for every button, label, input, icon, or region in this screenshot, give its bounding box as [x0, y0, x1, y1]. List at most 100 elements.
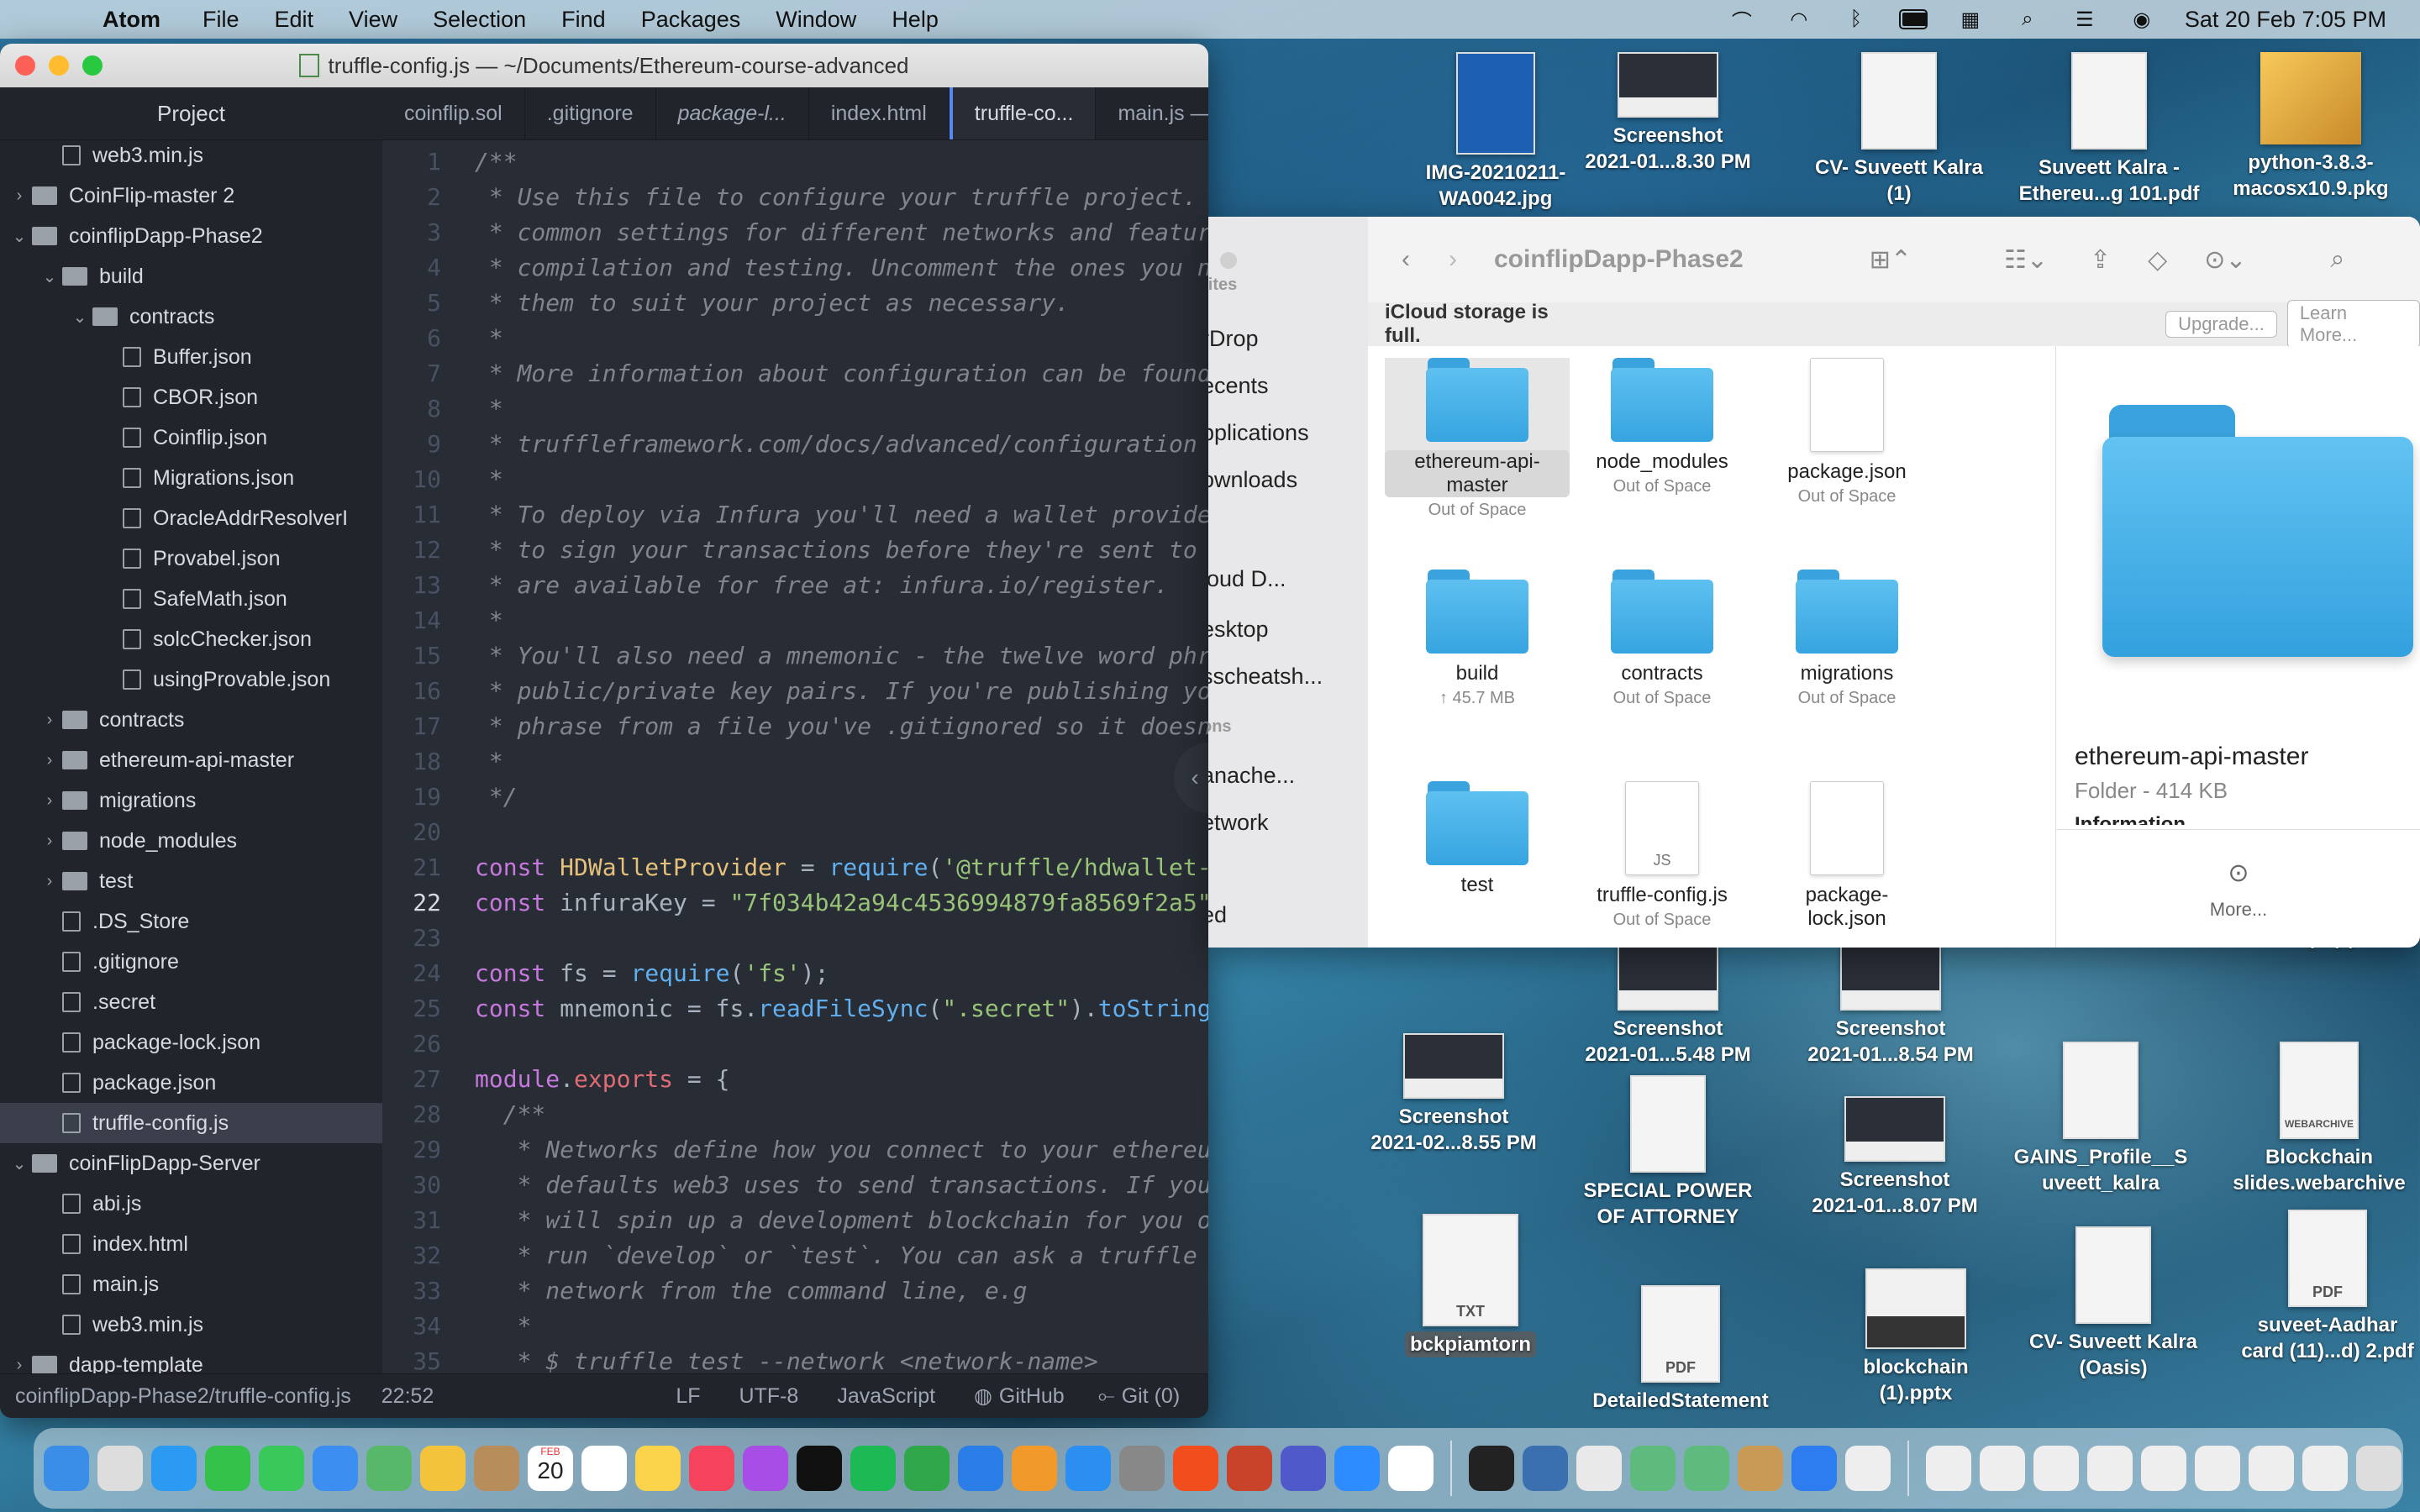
chevron-down-icon[interactable]: ⌄ [40, 266, 59, 287]
view-icons-icon[interactable]: ⊞⌃ [1870, 245, 1912, 275]
tree-item[interactable]: › ethereum-api-master [0, 740, 382, 780]
tree-item[interactable]: › node_modules [0, 821, 382, 861]
desktop-icon[interactable]: IMG-20210211- WA0042.jpg [1399, 52, 1592, 212]
status-encoding[interactable]: UTF-8 [739, 1384, 799, 1409]
back-icon[interactable]: ‹ [1402, 245, 1410, 274]
tree-item[interactable]: ⌄ coinflipDapp-Phase2 [0, 216, 382, 256]
stack-2-icon[interactable] [1980, 1446, 2025, 1491]
desktop-icon[interactable]: SPECIAL POWER OF ATTORNEY [1571, 1075, 1765, 1230]
forward-icon[interactable]: › [1449, 245, 1457, 274]
chevron-right-icon[interactable]: › [10, 186, 29, 206]
sidebar-item[interactable]: etwork [1208, 810, 1269, 836]
sidebar-item[interactable]: sscheatsh... [1208, 664, 1323, 690]
status-git[interactable]: Git (0) [1122, 1384, 1180, 1409]
sidebar-item[interactable]: esktop [1208, 617, 1269, 643]
system-preferences-icon[interactable] [1119, 1446, 1165, 1491]
tree-item[interactable]: solcChecker.json [0, 619, 382, 659]
tree-item[interactable]: ⌄ build [0, 256, 382, 297]
status-github[interactable]: GitHub [999, 1384, 1065, 1409]
desktop-icon[interactable]: Screenshot 2021-01...8.07 PM [1798, 1096, 1991, 1219]
tree-item[interactable]: ⌄ contracts [0, 297, 382, 337]
finder-item[interactable]: ethereum-api- master Out of Space [1385, 358, 1570, 520]
sidebar-item[interactable]: ecents [1208, 373, 1269, 399]
chrome-icon[interactable] [1576, 1446, 1622, 1491]
tree-item[interactable]: OracleAddrResolverI [0, 498, 382, 538]
stack-3-icon[interactable] [2033, 1446, 2079, 1491]
appstore-icon[interactable] [1065, 1446, 1111, 1491]
powerpoint-icon[interactable] [1227, 1446, 1272, 1491]
tree-item[interactable]: package-lock.json [0, 1022, 382, 1063]
tree-item[interactable]: CBOR.json [0, 377, 382, 417]
menu-edit[interactable]: Edit [275, 7, 314, 33]
menu-file[interactable]: File [203, 7, 239, 33]
tree-item[interactable]: ⌄ coinFlipDapp-Server [0, 1143, 382, 1184]
music-icon[interactable] [689, 1446, 734, 1491]
status-line-ending[interactable]: LF [676, 1384, 700, 1409]
tree-item[interactable]: .secret [0, 982, 382, 1022]
chevron-right-icon[interactable]: › [40, 751, 59, 770]
tree-item[interactable]: Buffer.json [0, 337, 382, 377]
chevron-right-icon[interactable]: › [40, 872, 59, 891]
safari-icon[interactable] [151, 1446, 197, 1491]
tree-item[interactable]: › test [0, 861, 382, 901]
tag-icon[interactable]: ◇ [2148, 245, 2167, 275]
chevron-down-icon[interactable]: ⌄ [10, 1153, 29, 1174]
finder-icon[interactable] [44, 1446, 89, 1491]
tree-item[interactable]: usingProvable.json [0, 659, 382, 700]
desktop-icon[interactable]: PDF suveet-Aadhar card (11)...d) 2.pdf [2231, 1210, 2420, 1364]
menu-packages[interactable]: Packages [641, 7, 741, 33]
editor-tab[interactable]: package-l... [656, 87, 809, 139]
stack-7-icon[interactable] [2249, 1446, 2294, 1491]
menu-view[interactable]: View [349, 7, 397, 33]
zoom-window-button[interactable] [82, 55, 103, 76]
wifi-icon[interactable]: ◠ [1785, 8, 1813, 31]
sidebar-item[interactable]: rDrop [1208, 326, 1259, 352]
control-center-icon[interactable]: ☰ [2070, 8, 2099, 31]
tv-icon[interactable] [797, 1446, 842, 1491]
pages-icon[interactable] [1012, 1446, 1057, 1491]
desktop-icon[interactable]: blockchain (1).pptx [1819, 1268, 2012, 1406]
menu-window[interactable]: Window [776, 7, 856, 33]
editor-tab[interactable]: .gitignore [525, 87, 656, 139]
finder-item[interactable]: contracts Out of Space [1570, 570, 1754, 708]
code-view[interactable]: 1 /** 2 * Use this file to configure your … [382, 144, 1208, 1374]
share-icon[interactable]: ⇪ [2090, 245, 2111, 275]
facetime-icon[interactable] [205, 1446, 250, 1491]
editor-tab[interactable]: index.html [809, 87, 950, 139]
desktop-icon[interactable]: Suveett Kalra - Ethereu...g 101.pdf [2012, 52, 2206, 207]
chevron-right-icon[interactable]: › [40, 832, 59, 851]
stack-5-icon[interactable] [2141, 1446, 2186, 1491]
launchpad-icon[interactable] [97, 1446, 143, 1491]
tree-item[interactable]: index.html [0, 1224, 382, 1264]
tree-item[interactable]: .gitignore [0, 942, 382, 982]
chevron-right-icon[interactable]: › [10, 1356, 29, 1375]
youtube-icon[interactable] [1388, 1446, 1434, 1491]
keyboard-icon[interactable]: ▦ [1956, 8, 1985, 31]
desktop-icon[interactable]: CV- Suveett Kalra (Oasis) [2017, 1226, 2210, 1381]
sidebar-close-button[interactable] [1220, 252, 1237, 269]
upgrade-button[interactable]: Upgrade... [2165, 311, 2277, 338]
calendar-icon[interactable]: FEB 20 [528, 1446, 573, 1491]
tree-item[interactable]: truffle-config.js [0, 1103, 382, 1143]
menu-selection[interactable]: Selection [433, 7, 526, 33]
atom-titlebar[interactable]: truffle-config.js — ~/Documents/Ethereum… [0, 44, 1208, 87]
group-icon[interactable]: ☷⌄ [2004, 245, 2048, 275]
more-icon[interactable]: ⊙ [2056, 858, 2420, 888]
editor-tab[interactable]: main.js — [1096, 87, 1208, 139]
spotlight-icon[interactable]: ⌕ [2013, 8, 2042, 30]
desktop-icon[interactable]: CV- Suveett Kalra (1) [1802, 52, 1996, 207]
reminders-icon[interactable] [581, 1446, 627, 1491]
tree-item[interactable]: web3.min.js [0, 135, 382, 176]
battery-icon[interactable] [1898, 8, 1928, 30]
desktop-icon[interactable]: TXT bckpiamtorn [1374, 1214, 1567, 1357]
sidebar-item[interactable]: anache... [1208, 763, 1295, 789]
maps-icon[interactable] [366, 1446, 412, 1491]
editor-tab[interactable]: truffle-co... [949, 87, 1097, 139]
menu-help[interactable]: Help [892, 7, 939, 33]
tree-item[interactable]: Provabel.json [0, 538, 382, 579]
tree-item[interactable]: .DS_Store [0, 901, 382, 942]
migration-icon[interactable] [1523, 1446, 1568, 1491]
textedit-icon[interactable] [1845, 1446, 1891, 1491]
menubar-clock[interactable]: Sat 20 Feb 7:05 PM [2185, 7, 2386, 33]
stack-4-icon[interactable] [2087, 1446, 2133, 1491]
